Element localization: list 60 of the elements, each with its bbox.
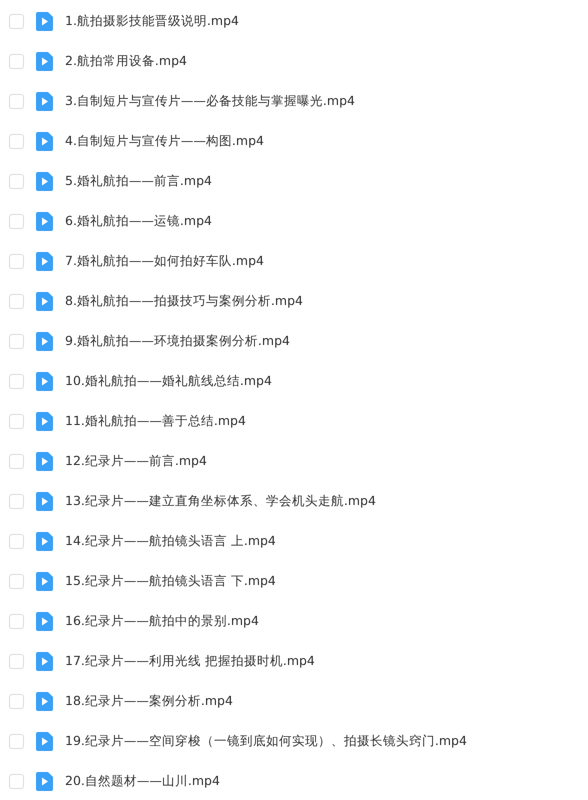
file-name[interactable]: 8.婚礼航拍——拍摄技巧与案例分析.mp4 — [65, 292, 303, 310]
video-file-icon — [36, 332, 53, 350]
checkbox[interactable] — [9, 694, 24, 708]
file-name[interactable]: 18.纪录片——案例分析.mp4 — [65, 692, 233, 710]
video-file-icon — [36, 252, 53, 270]
video-file-icon — [36, 732, 53, 750]
video-file-icon — [36, 652, 53, 670]
file-name[interactable]: 17.纪录片——利用光线 把握拍摄时机.mp4 — [65, 652, 315, 670]
video-file-icon — [36, 572, 53, 590]
checkbox[interactable] — [9, 574, 24, 588]
checkbox[interactable] — [9, 654, 24, 668]
video-file-icon — [36, 612, 53, 630]
checkbox[interactable] — [9, 134, 24, 148]
file-name[interactable]: 14.纪录片——航拍镜头语言 上.mp4 — [65, 532, 276, 550]
checkbox[interactable] — [9, 174, 24, 188]
checkbox[interactable] — [9, 414, 24, 428]
video-file-icon — [36, 12, 53, 30]
file-name[interactable]: 4.自制短片与宣传片——构图.mp4 — [65, 132, 264, 150]
video-file-icon — [36, 172, 53, 190]
file-name[interactable]: 20.自然题材——山川.mp4 — [65, 772, 220, 790]
checkbox[interactable] — [9, 454, 24, 468]
checkbox[interactable] — [9, 94, 24, 108]
file-name[interactable]: 15.纪录片——航拍镜头语言 下.mp4 — [65, 572, 276, 590]
file-name[interactable]: 19.纪录片——空间穿梭（一镜到底如何实现）、拍摄长镜头窍门.mp4 — [65, 732, 467, 750]
file-name[interactable]: 11.婚礼航拍——善于总结.mp4 — [65, 412, 246, 430]
file-name[interactable]: 10.婚礼航拍——婚礼航线总结.mp4 — [65, 372, 272, 390]
file-name[interactable]: 1.航拍摄影技能晋级说明.mp4 — [65, 12, 239, 30]
checkbox[interactable] — [9, 214, 24, 228]
checkbox[interactable] — [9, 614, 24, 628]
video-file-icon — [36, 532, 53, 550]
file-name[interactable]: 3.自制短片与宣传片——必备技能与掌握曝光.mp4 — [65, 92, 355, 110]
file-name[interactable]: 12.纪录片——前言.mp4 — [65, 452, 207, 470]
video-file-icon — [36, 52, 53, 70]
file-name[interactable]: 9.婚礼航拍——环境拍摄案例分析.mp4 — [65, 332, 290, 350]
file-name[interactable]: 2.航拍常用设备.mp4 — [65, 52, 187, 70]
checkbox[interactable] — [9, 334, 24, 348]
checkbox[interactable] — [9, 534, 24, 548]
checkbox[interactable] — [9, 734, 24, 748]
video-file-icon — [36, 292, 53, 310]
file-name[interactable]: 7.婚礼航拍——如何拍好车队.mp4 — [65, 252, 264, 270]
video-file-icon — [36, 92, 53, 110]
file-name[interactable]: 16.纪录片——航拍中的景别.mp4 — [65, 612, 259, 630]
checkbox[interactable] — [9, 774, 24, 788]
file-name[interactable]: 6.婚礼航拍——运镜.mp4 — [65, 212, 212, 230]
video-file-icon — [36, 692, 53, 710]
video-file-icon — [36, 452, 53, 470]
checkbox[interactable] — [9, 294, 24, 308]
video-file-icon — [36, 492, 53, 510]
file-name[interactable]: 13.纪录片——建立直角坐标体系、学会机头走航.mp4 — [65, 492, 376, 510]
video-file-icon — [36, 372, 53, 390]
checkbox[interactable] — [9, 54, 24, 68]
video-file-icon — [36, 412, 53, 430]
video-file-icon — [36, 772, 53, 790]
checkbox[interactable] — [9, 494, 24, 508]
file-name[interactable]: 5.婚礼航拍——前言.mp4 — [65, 172, 212, 190]
video-file-icon — [36, 132, 53, 150]
checkbox[interactable] — [9, 374, 24, 388]
video-file-icon — [36, 212, 53, 230]
checkbox[interactable] — [9, 254, 24, 268]
checkbox[interactable] — [9, 14, 24, 28]
